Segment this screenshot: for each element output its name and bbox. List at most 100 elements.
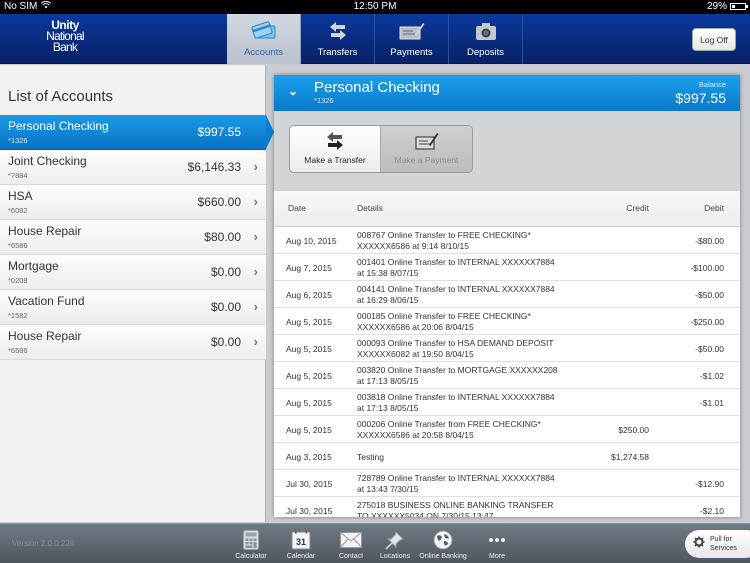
transaction-row[interactable]: Aug 5, 2015 000206 Online Transfer from F…	[274, 416, 740, 443]
details-line2: XXXXXX6586 at 9:14 8/10/15	[357, 241, 470, 251]
make-transfer-button[interactable]: Make a Transfer	[290, 126, 381, 172]
account-item[interactable]: Personal Checking *1326 $997.55	[0, 115, 274, 150]
details-line2: at 13:43 7/30/15	[357, 484, 419, 494]
transaction-row[interactable]: Aug 10, 2015 008767 Online Transfer to FR…	[274, 227, 740, 254]
transaction-date: Aug 6, 2015	[286, 290, 332, 300]
calculator-icon	[243, 530, 259, 550]
account-item[interactable]: HSA *6082 $660.00 ›	[0, 185, 266, 220]
accounts-panel-title: List of Accounts	[8, 88, 114, 105]
balance-label: Balance	[698, 80, 726, 89]
make-payment-button[interactable]: Make a Payment	[381, 126, 472, 172]
check-pen-icon	[414, 131, 439, 151]
contact-button[interactable]: Contact	[326, 526, 376, 562]
transaction-details: 004141 Online Transfer to INTERNAL XXXXX…	[357, 284, 587, 306]
account-balance: $80.00	[204, 230, 241, 244]
transaction-debit: -$80.00	[695, 236, 724, 246]
account-balance: $997.55	[197, 125, 241, 139]
chevron-down-icon[interactable]: ⌄	[288, 84, 298, 98]
transaction-date: Aug 10, 2015	[286, 236, 337, 246]
tool-label: Locations	[380, 553, 410, 560]
svg-text:31: 31	[296, 537, 306, 547]
tool-label: Online Banking	[419, 553, 467, 560]
account-balance: $6,146.33	[187, 160, 241, 174]
account-item[interactable]: Joint Checking *7884 $6,146.33 ›	[0, 150, 266, 185]
account-name: Vacation Fund	[8, 294, 85, 308]
column-header-details[interactable]: Details	[357, 203, 383, 213]
account-balance: $0.00	[210, 300, 241, 314]
tab-transfers[interactable]: Transfers	[301, 14, 375, 64]
chevron-right-icon: ›	[253, 229, 258, 244]
online-banking-button[interactable]: Online Banking	[414, 526, 472, 562]
transaction-date: Aug 5, 2015	[286, 371, 332, 381]
transaction-row[interactable]: Jul 30, 2015 275018 BUSINESS ONLINE BANKI…	[274, 497, 740, 517]
clock: 12:50 PM	[353, 1, 397, 12]
details-line2: at 17:13 8/05/15	[357, 403, 419, 413]
column-header-credit[interactable]: Credit	[626, 203, 649, 213]
details-line1: Testing	[357, 452, 384, 462]
top-nav-bar: Unity National Bank Accounts Transfers P…	[0, 14, 750, 64]
transaction-row[interactable]: Aug 3, 2015 Testing $1,274.58	[274, 443, 740, 470]
transaction-debit: -$250.00	[690, 317, 724, 327]
chevron-right-icon: ›	[253, 334, 258, 349]
account-detail-panel: ⌄ Personal Checking *1326 Balance $997.5…	[274, 75, 740, 517]
account-item[interactable]: Vacation Fund *1582 $0.00 ›	[0, 290, 266, 325]
tab-deposits[interactable]: Deposits	[449, 14, 523, 64]
details-line2: at 17:13 8/05/15	[357, 376, 419, 386]
tab-label: Transfers	[317, 47, 358, 58]
more-button[interactable]: More	[472, 526, 522, 562]
column-header-debit[interactable]: Debit	[704, 203, 724, 213]
transaction-date: Aug 5, 2015	[286, 398, 332, 408]
pull-label-line2: Services	[710, 545, 737, 552]
chevron-right-icon: ›	[253, 159, 258, 174]
transaction-details: 275018 BUSINESS ONLINE BANKING TRANSFER T…	[357, 500, 587, 517]
details-line1: 000206 Online Transfer from FREE CHECKIN…	[357, 419, 541, 429]
transaction-row[interactable]: Aug 5, 2015 003820 Online Transfer to MOR…	[274, 362, 740, 389]
transaction-debit: -$1.01	[699, 398, 724, 408]
transaction-row[interactable]: Jul 30, 2015 728789 Online Transfer to IN…	[274, 470, 740, 497]
tab-accounts[interactable]: Accounts	[227, 14, 301, 64]
details-line2: at 15:38 8/07/15	[357, 268, 419, 278]
transaction-row[interactable]: Aug 5, 2015 000185 Online Transfer to FRE…	[274, 308, 740, 335]
account-detail-number: *1326	[314, 96, 334, 105]
globe-icon	[433, 530, 453, 550]
pull-for-services-button[interactable]: Pull for Services	[685, 530, 750, 558]
details-line1: 728789 Online Transfer to INTERNAL XXXXX…	[357, 473, 555, 483]
action-buttons: Make a Transfer Make a Payment	[289, 125, 473, 173]
transaction-row[interactable]: Aug 7, 2015 001401 Online Transfer to INT…	[274, 254, 740, 281]
envelope-icon	[340, 530, 362, 550]
account-detail-header[interactable]: ⌄ Personal Checking *1326 Balance $997.5…	[274, 75, 740, 111]
transaction-date: Aug 7, 2015	[286, 263, 332, 273]
bank-logo: Unity National Bank	[46, 18, 84, 54]
transaction-details: 000185 Online Transfer to FREE CHECKING*…	[357, 311, 587, 333]
account-item[interactable]: House Repair *6586 $0.00 ›	[0, 325, 266, 360]
details-line2: TO XXXXXX5034 ON 7/30/15 13:47	[357, 511, 494, 517]
details-line2: XXXXXX6586 at 20:58 8/04/15	[357, 430, 474, 440]
details-line1: 001401 Online Transfer to INTERNAL XXXXX…	[357, 257, 555, 267]
transfer-arrows-icon	[326, 131, 344, 151]
details-line2: XXXXXX6586 at 20:06 8/04/15	[357, 322, 474, 332]
column-header-date[interactable]: Date	[288, 203, 306, 213]
transaction-row[interactable]: Aug 5, 2015 003818 Online Transfer to INT…	[274, 389, 740, 416]
log-off-button[interactable]: Log Off	[692, 28, 736, 51]
battery-icon	[730, 3, 748, 10]
account-number: *6082	[8, 206, 28, 215]
calendar-button[interactable]: 31 Calendar	[276, 526, 326, 562]
account-number: *1326	[8, 136, 28, 145]
transaction-debit: -$1.02	[699, 371, 724, 381]
battery-percent: 29%	[706, 1, 727, 12]
calculator-button[interactable]: Calculator	[226, 526, 276, 562]
transaction-row[interactable]: Aug 6, 2015 004141 Online Transfer to INT…	[274, 281, 740, 308]
locations-button[interactable]: Locations	[376, 526, 414, 562]
balance-value: $997.55	[675, 90, 726, 106]
account-item[interactable]: Mortgage *0208 $0.00 ›	[0, 255, 266, 290]
tool-label: More	[489, 553, 505, 560]
transaction-row[interactable]: Aug 5, 2015 000093 Online Transfer to HSA…	[274, 335, 740, 362]
transaction-details: 728789 Online Transfer to INTERNAL XXXXX…	[357, 473, 587, 495]
tool-label: Calculator	[235, 553, 267, 560]
transaction-debit: -$50.00	[695, 344, 724, 354]
status-bar: No SIM 12:50 PM 29%	[0, 0, 750, 14]
account-number: *7884	[8, 171, 28, 180]
account-item[interactable]: House Repair *6586 $80.00 ›	[0, 220, 266, 255]
tab-payments[interactable]: Payments	[375, 14, 449, 64]
chevron-right-icon: ›	[253, 194, 258, 209]
